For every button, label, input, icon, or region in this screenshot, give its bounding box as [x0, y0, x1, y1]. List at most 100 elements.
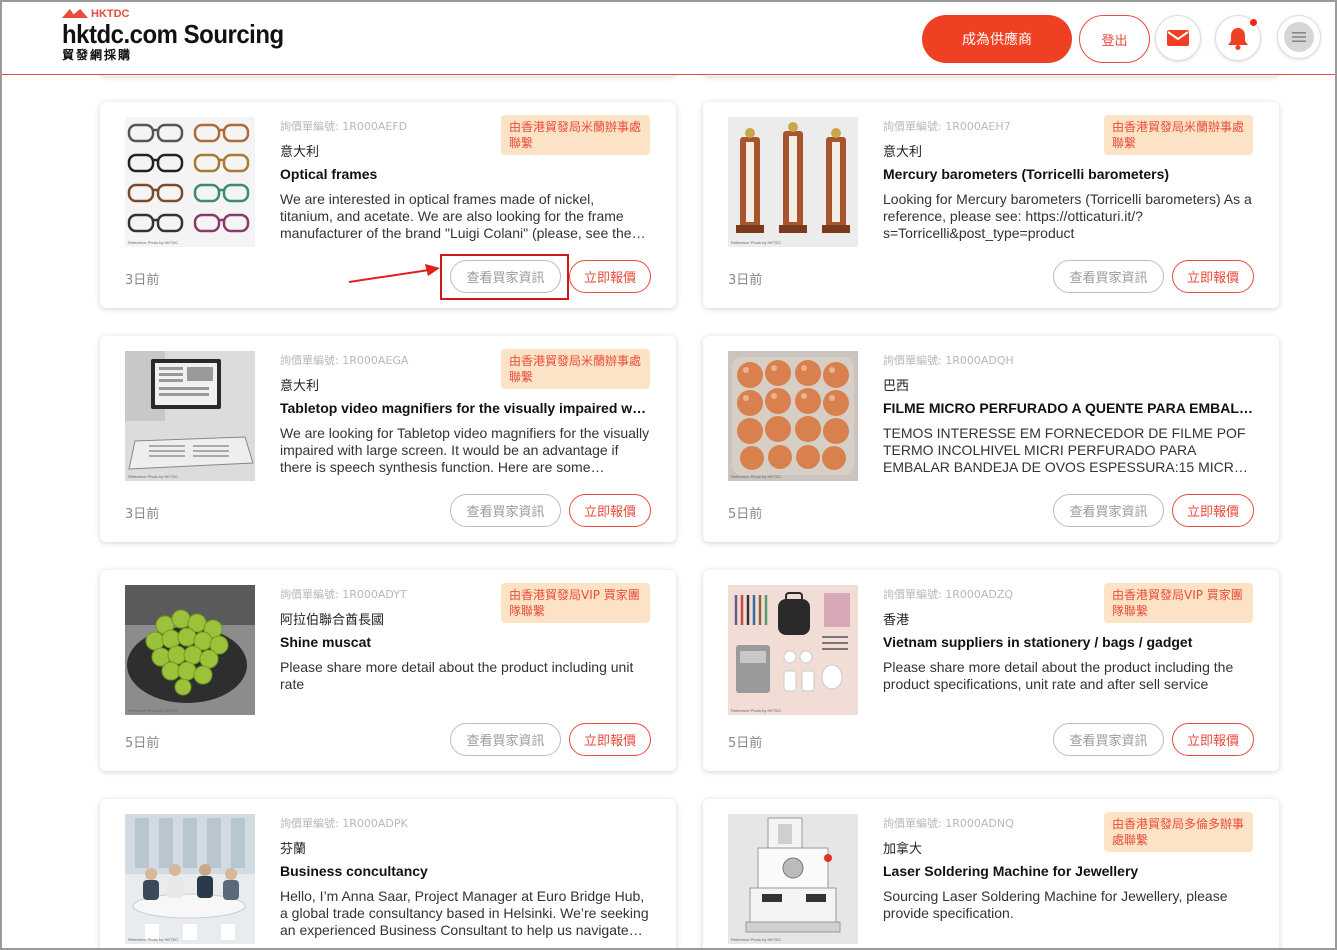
product-photo: Reference Photo by HKTDC	[728, 117, 858, 247]
video-magnifier-image	[125, 351, 255, 481]
optical-frames-image	[125, 117, 255, 247]
rfq-card[interactable]: Reference Photo by HKTDC 詢價單編號: 1R000ADQ…	[703, 336, 1279, 542]
reference-note: Reference Photo by HKTDC	[731, 708, 782, 713]
quote-now-button[interactable]: 立即報價	[569, 723, 651, 756]
reference-note: Reference Photo by HKTDC	[128, 937, 179, 942]
rfq-title[interactable]: Laser Soldering Machine for Jewellery	[883, 863, 1253, 879]
rfq-description: We are interested in optical frames made…	[280, 191, 632, 244]
rfq-number: 詢價單編號: 1R000ADZQ	[883, 588, 1014, 601]
grapes-image	[125, 585, 255, 715]
notifications-button[interactable]	[1215, 15, 1261, 61]
rfq-description: Looking for Mercury barometers (Torricel…	[883, 191, 1252, 241]
office-tag: 由香港貿發局米蘭辦事處聯繫	[501, 115, 650, 155]
quote-now-button[interactable]: 立即報價	[1172, 723, 1254, 756]
logo-top-text: HKTDC	[91, 7, 130, 20]
logout-button[interactable]: 登出	[1079, 15, 1150, 63]
rfq-number: 詢價單編號: 1R000ADNQ	[883, 817, 1014, 830]
product-photo: Reference Photo by HKTDC	[728, 351, 858, 481]
product-photo: Reference Photo by HKTDC	[125, 117, 255, 247]
office-tag: 由香港貿發局多倫多辦事處聯繫	[1104, 812, 1253, 852]
rfq-title[interactable]: Vietnam suppliers in stationery / bags /…	[883, 634, 1253, 650]
rfq-number: 詢價單編號: 1R000ADYT	[280, 588, 407, 601]
posted-time: 5日前	[125, 736, 160, 751]
rfq-title[interactable]: Tabletop video magnifiers for the visual…	[280, 400, 650, 416]
rfq-number: 詢價單編號: 1R000ADPK	[280, 817, 408, 830]
rfq-card[interactable]: Reference Photo by HKTDC 詢價單編號: 1R000AEH…	[703, 102, 1279, 308]
rfq-number: 詢價單編號: 1R000ADQH	[883, 354, 1014, 367]
view-buyer-info-button[interactable]: 查看買家資訊	[450, 723, 561, 756]
buyer-country: 阿拉伯聯合酋長國	[280, 613, 385, 628]
menu-icon	[1292, 32, 1306, 42]
highlight-box	[440, 254, 569, 300]
rfq-card[interactable]: Reference Photo by HKTDC 詢價單編號: 1R000ADN…	[703, 799, 1279, 950]
rfq-card[interactable]: Reference Photo by HKTDC 詢價單編號: 1R000ADY…	[100, 570, 676, 771]
mail-icon	[1167, 30, 1189, 46]
site-header: HKTDC hktdc.com Sourcing 貿發網採購 成為供應商 登出	[2, 2, 1335, 75]
buyer-country: 意大利	[280, 145, 320, 160]
laser-soldering-machine-image	[728, 814, 858, 944]
buyer-country: 巴西	[883, 379, 910, 394]
reference-note: Reference Photo by HKTDC	[731, 937, 782, 942]
rfq-title[interactable]: Business concultancy	[280, 863, 650, 879]
posted-time: 3日前	[728, 273, 763, 288]
quote-now-button[interactable]: 立即報價	[1172, 260, 1254, 293]
rfq-card[interactable]: Reference Photo by HKTDC 詢價單編號: 1R000ADZ…	[703, 570, 1279, 771]
become-supplier-button[interactable]: 成為供應商	[922, 15, 1072, 63]
product-photo: Reference Photo by HKTDC	[728, 585, 858, 715]
view-buyer-info-button[interactable]: 查看買家資訊	[1053, 494, 1164, 527]
logo-main-text: hktdc.com Sourcing	[62, 19, 284, 49]
rfq-number: 詢價單編號: 1R000AEFD	[280, 120, 408, 133]
office-tag: 由香港貿發局米蘭辦事處聯繫	[1104, 115, 1253, 155]
rfq-number: 詢價單編號: 1R000AEGA	[280, 354, 409, 367]
rfq-title[interactable]: Shine muscat	[280, 634, 650, 650]
hktdc-logo[interactable]: HKTDC hktdc.com Sourcing 貿發網採購	[62, 7, 303, 62]
rfq-description: Please share more detail about the produ…	[280, 659, 634, 692]
rfq-description: TEMOS INTERESSE EM FORNECEDOR DE FILME P…	[883, 425, 1253, 478]
stationery-bags-image	[728, 585, 858, 715]
product-photo: Reference Photo by HKTDC	[125, 585, 255, 715]
rfq-title[interactable]: Optical frames	[280, 166, 650, 182]
rfq-card[interactable]: Reference Photo by HKTDC 詢價單編號: 1R000ADP…	[100, 799, 676, 950]
quote-now-button[interactable]: 立即報價	[1172, 494, 1254, 527]
posted-time: 5日前	[728, 507, 763, 522]
rfq-description: Sourcing Laser Soldering Machine for Jew…	[883, 888, 1228, 921]
office-tag: 由香港貿發局VIP 買家團隊聯繫	[501, 583, 650, 623]
buyer-country: 意大利	[883, 145, 923, 160]
buyer-country: 加拿大	[883, 842, 923, 857]
reference-note: Reference Photo by HKTDC	[128, 474, 179, 479]
rfq-title[interactable]: FILME MICRO PERFURADO A QUENTE PARA EMBA…	[883, 400, 1253, 416]
logo-sub-text: 貿發網採購	[62, 48, 133, 62]
quote-now-button[interactable]: 立即報價	[569, 494, 651, 527]
product-photo: Reference Photo by HKTDC	[728, 814, 858, 944]
rfq-title[interactable]: Mercury barometers (Torricelli barometer…	[883, 166, 1253, 182]
hktdc-mark-icon	[62, 9, 88, 18]
rfq-description: Hello, I’m Anna Saar, Project Manager at…	[280, 888, 649, 941]
rfq-card[interactable]: Reference Photo by HKTDC 詢價單編號: 1R000AEG…	[100, 336, 676, 542]
posted-time: 3日前	[125, 507, 160, 522]
notification-badge	[1249, 18, 1258, 27]
office-tag: 由香港貿發局VIP 買家團隊聯繫	[1104, 583, 1253, 623]
view-buyer-info-button[interactable]: 查看買家資訊	[1053, 260, 1164, 293]
menu-button[interactable]	[1277, 15, 1321, 59]
buyer-country: 香港	[883, 613, 910, 628]
rfq-number: 詢價單編號: 1R000AEH7	[883, 120, 1011, 133]
reference-note: Reference Photo by HKTDC	[128, 240, 179, 245]
view-buyer-info-button[interactable]: 查看買家資訊	[1053, 723, 1164, 756]
rfq-description: Please share more detail about the produ…	[883, 659, 1234, 692]
view-buyer-info-button[interactable]: 查看買家資訊	[450, 494, 561, 527]
product-photo: Reference Photo by HKTDC	[125, 351, 255, 481]
reference-note: Reference Photo by HKTDC	[731, 474, 782, 479]
rfq-description: We are looking for Tabletop video magnif…	[280, 425, 650, 478]
product-photo: Reference Photo by HKTDC	[125, 814, 255, 944]
posted-time: 3日前	[125, 273, 160, 288]
bell-icon	[1228, 28, 1248, 50]
quote-now-button[interactable]: 立即報價	[569, 260, 651, 293]
reference-note: Reference Photo by HKTDC	[128, 708, 179, 713]
reference-note: Reference Photo by HKTDC	[731, 240, 782, 245]
mail-button[interactable]	[1155, 15, 1201, 61]
buyer-country: 芬蘭	[280, 842, 307, 857]
red-arrow-icon	[348, 264, 440, 283]
office-tag: 由香港貿發局米蘭辦事處聯繫	[501, 349, 650, 389]
buyer-country: 意大利	[280, 379, 320, 394]
posted-time: 5日前	[728, 736, 763, 751]
